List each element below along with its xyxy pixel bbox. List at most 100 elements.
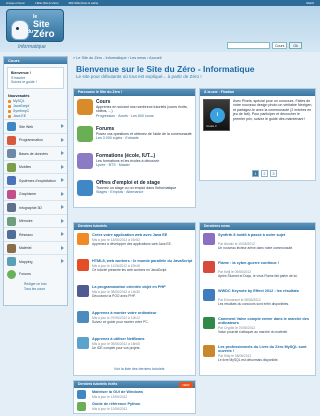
page-slogan: Le site pour débutants où tout est expli… — [76, 74, 202, 79]
section-link[interactable]: Progression · Accès · Les 600 cours — [96, 114, 194, 118]
sidebar-item-mapping[interactable]: Mapping — [4, 254, 67, 268]
new-badge: NEW — [179, 382, 193, 388]
sidebar-item-programmation[interactable]: Programmation — [4, 132, 67, 147]
news-desc: Le livre MySQL est désormais disponible. — [218, 358, 279, 362]
chevron-right-icon — [61, 218, 64, 223]
chevron-right-icon — [61, 164, 64, 169]
featured-image[interactable]: i Icoala 3 — [203, 99, 230, 131]
sidebar-item-site-web[interactable]: Site Web — [4, 119, 67, 133]
sidebar-item-r-seaux[interactable]: Réseaux — [4, 227, 67, 241]
sidebar-item-m-moire[interactable]: Mémoire — [4, 213, 67, 228]
site-logo[interactable]: le Site du Zéro — [6, 9, 64, 42]
category-list: Site Web Programmation Bases de données Mob… — [4, 119, 67, 268]
bottom-tutorial-title[interactable]: Guide de référence Python — [92, 402, 140, 406]
monitor-icon — [7, 176, 16, 186]
section-item[interactable]: Cours Apprenez en suivant nos nombreux tu… — [96, 99, 194, 118]
bottom-tutorial-title[interactable]: Maîtriser la GUI de Windows — [92, 390, 143, 394]
tutorial-title[interactable]: Apprenez à monter votre ordinateur — [92, 311, 157, 315]
pager-1[interactable]: 1 — [252, 170, 259, 177]
pager-2[interactable]: 2 — [261, 170, 268, 177]
news-item[interactable]: Flame : la cyber-guerre continue ! Par Ke… — [203, 261, 320, 287]
pager-3[interactable]: 3 — [270, 170, 277, 177]
sidebar-item-graphisme[interactable]: Graphisme — [4, 186, 67, 201]
sidebar-item-mobiles[interactable]: Mobiles — [4, 159, 67, 174]
section-icon — [77, 126, 93, 142]
bullet-icon — [8, 104, 11, 108]
bottom-tutorial-item[interactable]: Guide de référence Python Mis à jour le 1… — [77, 402, 195, 414]
nouveautes-title: Nouveautés — [8, 93, 30, 98]
news-item[interactable]: Comment Valve compte entrer dans le marc… — [203, 317, 320, 343]
guide-link[interactable]: Suivez le guide ! — [11, 80, 60, 85]
tutorial-thumbnail-icon — [77, 285, 89, 297]
tutorial-item[interactable]: HTML5, web workers : le monde parallèle … — [77, 259, 195, 279]
news-item[interactable]: WWDC Keynote by Effect 2012 : les résult… — [203, 289, 320, 315]
chevron-right-icon — [61, 245, 64, 250]
latest-header: Derniers tutoriels — [74, 223, 195, 230]
news-title[interactable]: WWDC Keynote by Effect 2012 : les résult… — [218, 289, 320, 293]
tutorial-item[interactable]: Apprenez à utiliser NetBeans Mis à jour l… — [77, 337, 195, 357]
tutorial-desc: Suivez ce guide pour monter votre PC. — [92, 320, 149, 324]
category-label: Infographie 3D — [19, 205, 42, 210]
section-link[interactable]: Les 3 000 sujets · Entraide — [96, 136, 194, 140]
topbar-link-3[interactable]: SDZ-SDE (Dans le cadre) — [68, 2, 98, 5]
search-input[interactable] — [227, 42, 270, 49]
news-desc: Un nouveau lecteur arrive dans notre com… — [218, 246, 294, 250]
tutorial-title[interactable]: Créez votre application web avec Java EE — [92, 233, 167, 237]
search-button[interactable]: Ok — [289, 42, 302, 49]
tutorial-item[interactable]: La programmation orientée objet en PHP Mi… — [77, 285, 195, 305]
tutorial-title[interactable]: Apprenez à utiliser NetBeans — [92, 337, 145, 341]
topbar-link-1[interactable]: Groupe et forum — [6, 2, 25, 5]
news-item[interactable]: Les professionnels du Livre du Zéro MySQ… — [203, 345, 320, 371]
news-thumbnail-icon — [203, 345, 215, 357]
featured-text: Avec Pixels, spécial pour un concours. F… — [233, 99, 313, 121]
bottom-tutorial-item[interactable]: Maîtriser la GUI de Windows Mis à jour le… — [77, 390, 195, 402]
news-title[interactable]: Flame : la cyber-guerre continue ! — [218, 261, 320, 265]
globe-icon — [7, 122, 16, 132]
sidebar-item-syst-mes-d-exploitation[interactable]: Systèmes d'exploitation — [4, 173, 67, 187]
category-label: Mapping — [19, 259, 33, 264]
section-item[interactable]: Offres d'emploi et de stage Trouvez un st… — [96, 180, 194, 195]
tutorial-title[interactable]: HTML5, web workers : le monde parallèle … — [92, 259, 192, 263]
news-title[interactable]: Synfirth 8 inédit à passé à notre sujet — [218, 233, 320, 237]
tutorial-thumbnail-icon — [77, 259, 89, 271]
sidebar-item-mat-riel[interactable]: Matériel — [4, 240, 67, 255]
palette-icon — [7, 189, 16, 199]
topbar-right-link[interactable]: SiteDZ — [306, 2, 314, 5]
search-scope-select[interactable]: Cours — [272, 42, 288, 49]
news-desc: Valve pourrait s'attaquer au marché du m… — [218, 330, 289, 334]
database-icon — [7, 149, 16, 159]
tutorial-item[interactable]: Apprenez à monter votre ordinateur Mis à … — [77, 311, 195, 331]
tutorial-item[interactable]: Créez votre application web avec Java EE… — [77, 233, 195, 253]
section-link[interactable]: Lycée · BTS · Master — [96, 163, 194, 167]
tutorial-desc: Découvrez la POO avec PHP. — [92, 294, 136, 298]
featured-box: À la une : Fixation i Icoala 3 Avec Pixe… — [199, 88, 316, 181]
latest-more-link[interactable]: Voir la liste des derniers tutoriels — [114, 367, 164, 371]
news-box: Dernières news Synfirth 8 inédit à passé… — [199, 222, 316, 376]
chevron-right-icon — [61, 178, 64, 183]
news-title[interactable]: Les professionnels du Livre du Zéro MySQ… — [218, 345, 320, 353]
bottom-header: Derniers tutoriels écrits — [74, 381, 195, 388]
section-item[interactable]: Formations (école, IUT...) Les formations… — [96, 153, 194, 168]
all-courses-link[interactable]: Tous les cours — [24, 287, 67, 292]
category-label: Mobiles — [19, 165, 32, 170]
sidebar-item-infographie-3d[interactable]: Infographie 3D — [4, 200, 67, 214]
tutorial-title[interactable]: La programmation orientée objet en PHP — [92, 285, 166, 289]
network-icon — [7, 230, 16, 240]
news-header: Dernières news — [200, 223, 315, 230]
cube-icon — [7, 203, 16, 213]
news-item[interactable]: Synfirth 8 inédit à passé à notre sujet P… — [203, 233, 320, 259]
news-desc: Les résultats du concours sont enfin dis… — [218, 302, 290, 306]
category-label: Matériel — [19, 246, 32, 251]
news-desc: Après Stuxnet et Duqu, le virus Flame fa… — [218, 274, 298, 278]
topbar-link-2[interactable]: L'Elite (Site du Zero) — [35, 2, 59, 5]
news-title[interactable]: Comment Valve compte entrer dans le marc… — [218, 317, 320, 325]
bottom-tutorials-box: Derniers tutoriels écrits NEW Maîtriser … — [73, 380, 196, 414]
sidebar-item-bases-de-donn-es[interactable]: Bases de données — [4, 146, 67, 160]
chevron-right-icon — [61, 259, 64, 264]
section-item[interactable]: Forums Posez vos questions et obtenez de … — [96, 126, 194, 141]
section-link[interactable]: Stages · Emplois · Alternance — [96, 190, 194, 194]
forum-link[interactable]: Forums — [4, 268, 67, 281]
breadcrumb[interactable]: » Le Site du Zéro - Informatique › Les n… — [73, 56, 161, 60]
news-thumbnail-icon — [203, 261, 215, 273]
chevron-right-icon — [61, 124, 64, 129]
